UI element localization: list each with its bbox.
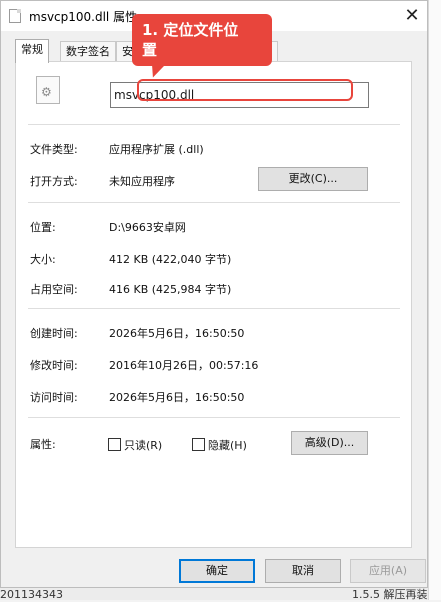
tab-digital-signature[interactable]: 数字签名	[60, 41, 116, 61]
open-with-label: 打开方式:	[30, 175, 78, 188]
file-title-icon	[9, 9, 21, 23]
annotation-highlight	[137, 79, 353, 101]
background-text-left: 201134343	[0, 588, 63, 601]
modified-label: 修改时间:	[30, 359, 78, 372]
cancel-button[interactable]: 取消	[265, 559, 341, 583]
advanced-button[interactable]: 高级(D)...	[291, 431, 368, 455]
general-panel: ⚙ msvcp100.dll 文件类型: 应用程序扩展 (.dll) 打开方式:…	[15, 61, 412, 548]
hidden-label: 隐藏(H)	[208, 439, 247, 452]
divider	[28, 124, 400, 125]
window-title: msvcp100.dll 属性	[29, 10, 138, 24]
open-with-value: 未知应用程序	[109, 175, 175, 188]
created-label: 创建时间:	[30, 327, 78, 340]
tab-general[interactable]: 常规	[15, 39, 49, 63]
dll-file-icon: ⚙	[36, 76, 60, 104]
attributes-label: 属性:	[30, 438, 56, 451]
divider	[28, 308, 400, 309]
size-value: 412 KB (422,040 字节)	[109, 253, 232, 266]
apply-button[interactable]: 应用(A)	[350, 559, 426, 583]
annotation-callout: 1. 定位文件位 置	[132, 14, 272, 66]
background-scroll-edge	[428, 0, 441, 600]
annotation-line2: 置	[142, 41, 158, 59]
close-button[interactable]: ✕	[397, 1, 427, 31]
divider	[28, 417, 400, 418]
checkbox-icon[interactable]	[192, 438, 205, 451]
disk-size-value: 416 KB (425,984 字节)	[109, 283, 232, 296]
file-type-label: 文件类型:	[30, 143, 78, 156]
annotation-line1: 1. 定位文件位	[142, 21, 239, 39]
readonly-checkbox[interactable]: 只读(R)	[108, 437, 162, 453]
location-value: D:\9663安卓网	[109, 221, 186, 234]
size-label: 大小:	[30, 253, 56, 266]
location-label: 位置:	[30, 221, 56, 234]
file-type-value: 应用程序扩展 (.dll)	[109, 143, 204, 156]
change-button[interactable]: 更改(C)...	[258, 167, 368, 191]
accessed-label: 访问时间:	[30, 391, 78, 404]
checkbox-icon[interactable]	[108, 438, 121, 451]
hidden-checkbox[interactable]: 隐藏(H)	[192, 437, 247, 453]
readonly-label: 只读(R)	[124, 439, 163, 452]
accessed-value: 2026年5月6日，16:50:50	[109, 391, 245, 404]
created-value: 2026年5月6日，16:50:50	[109, 327, 245, 340]
divider	[28, 202, 400, 203]
modified-value: 2016年10月26日，00:57:16	[109, 359, 259, 372]
ok-button[interactable]: 确定	[179, 559, 255, 583]
disk-size-label: 占用空间:	[30, 283, 78, 296]
